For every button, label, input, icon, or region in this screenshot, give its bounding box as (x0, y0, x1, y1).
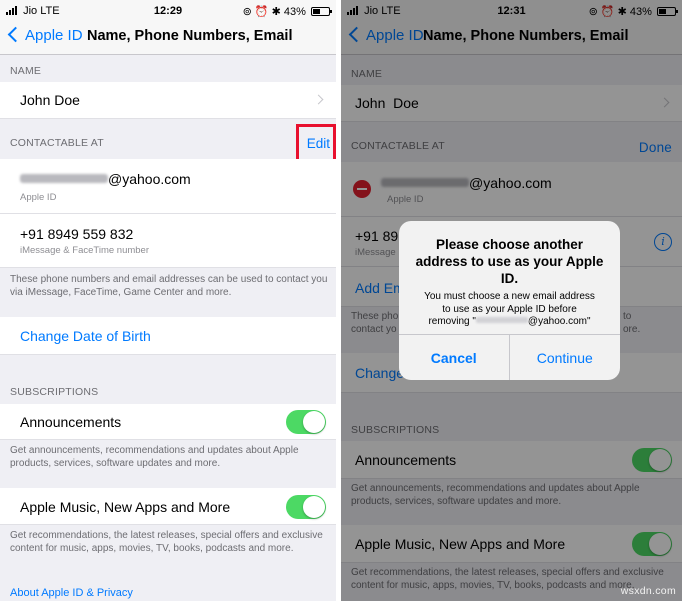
page-title: Name, Phone Numbers, Email (87, 28, 293, 44)
back-label: Apple ID (25, 27, 83, 44)
name-value: John Doe (20, 92, 80, 108)
phone-cell[interactable]: +91 8949 559 832 iMessage & FaceTime num… (0, 214, 336, 268)
lock-rotation-icon: ⊚ (242, 6, 252, 18)
phone-value: +91 8949 559 832 (20, 226, 134, 242)
announcements-cell: Announcements (0, 404, 336, 440)
redacted-email-user (20, 174, 108, 183)
apple-music-footer: Get recommendations, the latest releases… (10, 530, 323, 554)
alert-dialog: Please choose another address to use as … (399, 221, 620, 380)
phone-subtitle: iMessage & FaceTime number (20, 245, 150, 256)
edit-button[interactable]: Edit (307, 136, 330, 151)
status-right: ⊚ ⏰ ✱ 43% (242, 5, 332, 18)
announcements-toggle[interactable] (286, 410, 326, 434)
name-cell[interactable]: John Doe (0, 82, 336, 119)
email-domain: @yahoo.com (108, 171, 191, 187)
email-cell[interactable]: @yahoo.com Apple ID (0, 159, 336, 214)
apple-music-toggle[interactable] (286, 495, 326, 519)
redacted-email-user (475, 317, 528, 323)
watermark: wsxdn.com (620, 585, 676, 597)
about-privacy-link[interactable]: About Apple ID & Privacy (10, 587, 133, 599)
apple-music-cell: Apple Music, New Apps and More (0, 488, 336, 525)
apple-music-label: Apple Music, New Apps and More (20, 499, 231, 515)
battery-percent: 43% (283, 6, 306, 18)
status-bar: Jio LTE 12:29 ⊚ ⏰ ✱ 43% (0, 0, 336, 22)
alert-message-line3: removing " @yahoo.com" (411, 316, 608, 329)
alert-message-suffix: @yahoo.com" (527, 316, 591, 327)
email-value: @yahoo.com (20, 171, 191, 187)
cancel-button[interactable]: Cancel (399, 335, 510, 380)
continue-button[interactable]: Continue (510, 335, 621, 380)
nav-bar: Apple ID Name, Phone Numbers, Email (0, 22, 336, 55)
section-header-contactable: CONTACTABLE AT (10, 137, 104, 149)
chevron-right-icon (313, 94, 324, 105)
back-button[interactable]: Apple ID (7, 26, 83, 44)
alert-message-line2: to use as your Apple ID before (442, 303, 577, 315)
alert-message: You must choose a new email address to u… (411, 291, 608, 329)
chevron-left-icon (7, 26, 24, 43)
announcements-label: Announcements (20, 414, 122, 430)
announcements-footer: Get announcements, recommendations and u… (10, 445, 299, 469)
contact-footer: These phone numbers and email addresses … (10, 274, 328, 298)
alert-title: Please choose another address to use as … (415, 237, 604, 286)
section-header-subscriptions: SUBSCRIPTIONS (10, 386, 99, 398)
alarm-icon: ⏰ (254, 6, 269, 18)
battery-icon (311, 7, 332, 16)
email-subtitle: Apple ID (20, 192, 57, 203)
section-header-name: NAME (10, 65, 42, 77)
bluetooth-icon: ✱ (271, 6, 281, 18)
change-dob-link[interactable]: Change Date of Birth (20, 328, 151, 344)
change-dob-cell[interactable]: Change Date of Birth (0, 317, 336, 355)
alert-message-line1: You must choose a new email address (424, 291, 595, 302)
alert-message-prefix: removing " (428, 316, 476, 327)
alert-buttons: Cancel Continue (399, 334, 620, 380)
right-screen: Jio LTE 12:31 ⊚ ⏰ ✱ 43% Apple ID Name, P… (341, 0, 682, 601)
left-screen: Jio LTE 12:29 ⊚ ⏰ ✱ 43% Apple ID Name, P… (0, 0, 336, 601)
